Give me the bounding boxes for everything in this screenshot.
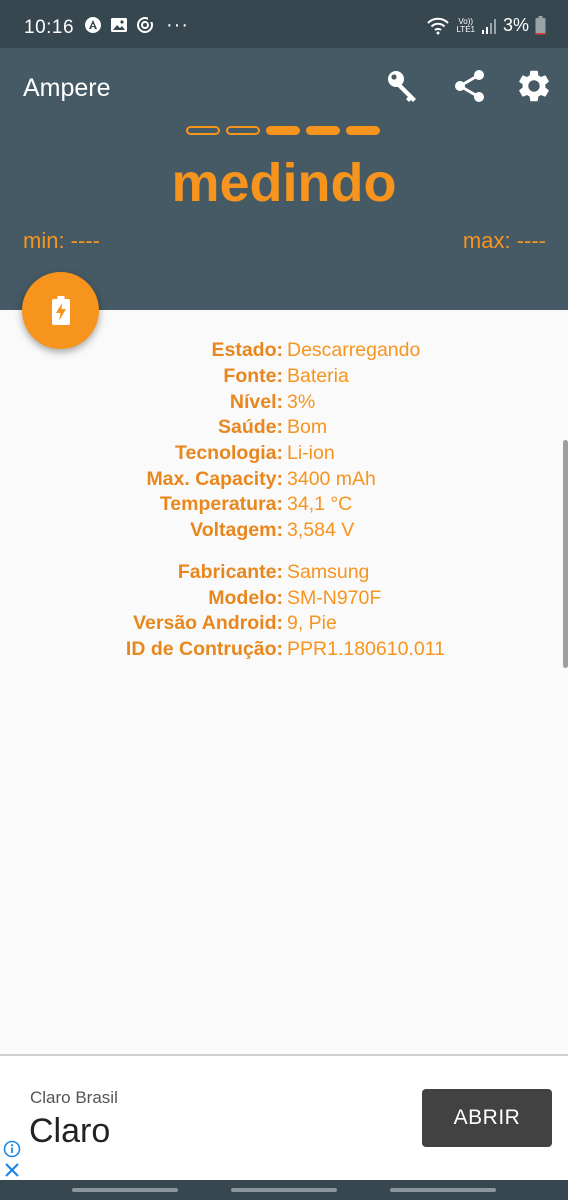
status-bar: 10:16 ··· Vo)) LTE1 3% [0,0,568,48]
status-time: 10:16 [24,17,75,38]
max-reading: max: ---- [462,228,546,253]
info-label: Saúde: [217,416,283,439]
info-row-fabricante: Fabricante: Samsung [0,560,568,586]
ad-advertiser: Claro Brasil [30,1088,118,1107]
info-value: 9, Pie [287,612,337,635]
info-value: 3400 mAh [287,467,376,490]
info-label: Modelo: [208,586,283,609]
progress-dot [186,126,220,135]
nav-back-button[interactable] [390,1188,496,1192]
info-label: Temperatura: [159,493,283,516]
accessibility-icon [85,17,101,33]
info-value: Li-ion [287,442,335,465]
measuring-progress-indicator [186,126,380,135]
info-value: 3,584 V [287,519,355,542]
key-icon [388,71,416,102]
info-value: PPR1.180610.011 [287,637,445,660]
info-row-saude: Saúde: Bom [0,415,568,441]
info-row-modelo: Modelo: SM-N970F [0,585,568,611]
info-row-estado: Estado: Descarregando [0,338,568,364]
info-label: Versão Android: [133,612,283,635]
app-header: Ampere medindo min: ---- max: ---- [0,48,568,310]
info-row-tecnologia: Tecnologia: Li-ion [0,441,568,467]
info-value: 34,1 °C [287,493,353,516]
info-label: Voltagem: [190,519,283,542]
min-reading: min: ---- [23,228,100,253]
settings-icon [519,70,549,102]
info-label: Max. Capacity: [146,467,283,490]
progress-dot [346,126,380,135]
signal-icon [481,18,496,34]
info-row-temperatura: Temperatura: 34,1 °C [0,492,568,518]
nav-home-button[interactable] [231,1188,337,1192]
progress-dot [266,126,300,135]
nav-recents-button[interactable] [72,1188,178,1192]
info-value: Samsung [287,560,370,583]
info-row-nivel: Nível: 3% [0,389,568,415]
status-notification-icons: ··· [84,14,189,36]
share-icon [455,70,484,102]
info-value: Bateria [287,365,349,388]
battery-charging-icon [51,295,70,325]
info-row-max-capacity: Max. Capacity: 3400 mAh [0,466,568,492]
info-value: SM-N970F [287,586,382,609]
ad-close-icon[interactable] [3,1161,21,1179]
ad-open-button[interactable]: ABRIR [422,1089,552,1147]
info-row-fonte: Fonte: Bateria [0,364,568,390]
info-row-build-id: ID de Contrução: PPR1.180610.011 [0,637,568,663]
ad-info-icon[interactable] [3,1140,21,1158]
info-label: Fabricante: [177,560,283,583]
more-dots-icon: ··· [166,14,189,36]
info-label: ID de Contrução: [125,637,283,660]
key-button[interactable] [383,66,423,106]
info-value: 3% [287,390,316,413]
info-label: Fonte: [223,365,283,388]
progress-dot [226,126,260,135]
sync-icon [137,17,153,33]
battery-percent: 3% [502,15,529,35]
battery-icon [535,16,546,35]
info-value: Descarregando [287,339,421,362]
battery-info-list: Estado: Descarregando Fonte: Bateria Nív… [0,338,568,662]
progress-dot [306,126,340,135]
system-nav-bar [0,1180,568,1200]
info-value: Bom [287,416,328,439]
settings-button[interactable] [514,66,554,106]
ad-headline[interactable]: Claro [29,1112,110,1151]
wifi-icon [427,17,450,34]
image-icon [111,18,127,32]
scrollbar[interactable] [563,440,568,668]
share-button[interactable] [450,66,490,106]
info-row-versao-android: Versão Android: 9, Pie [0,611,568,637]
volte-indicator: Vo)) LTE1 [456,16,475,34]
info-label: Tecnologia: [175,442,283,465]
status-system-icons: Vo)) LTE1 3% [426,15,546,36]
info-label: Nível: [229,390,283,413]
ad-banner[interactable]: Claro Brasil Claro ABRIR [0,1054,568,1180]
battery-fab-button[interactable] [22,272,99,349]
info-row-voltagem: Voltagem: 3,584 V [0,518,568,544]
measuring-status: medindo [171,153,397,213]
app-title: Ampere [23,74,111,102]
